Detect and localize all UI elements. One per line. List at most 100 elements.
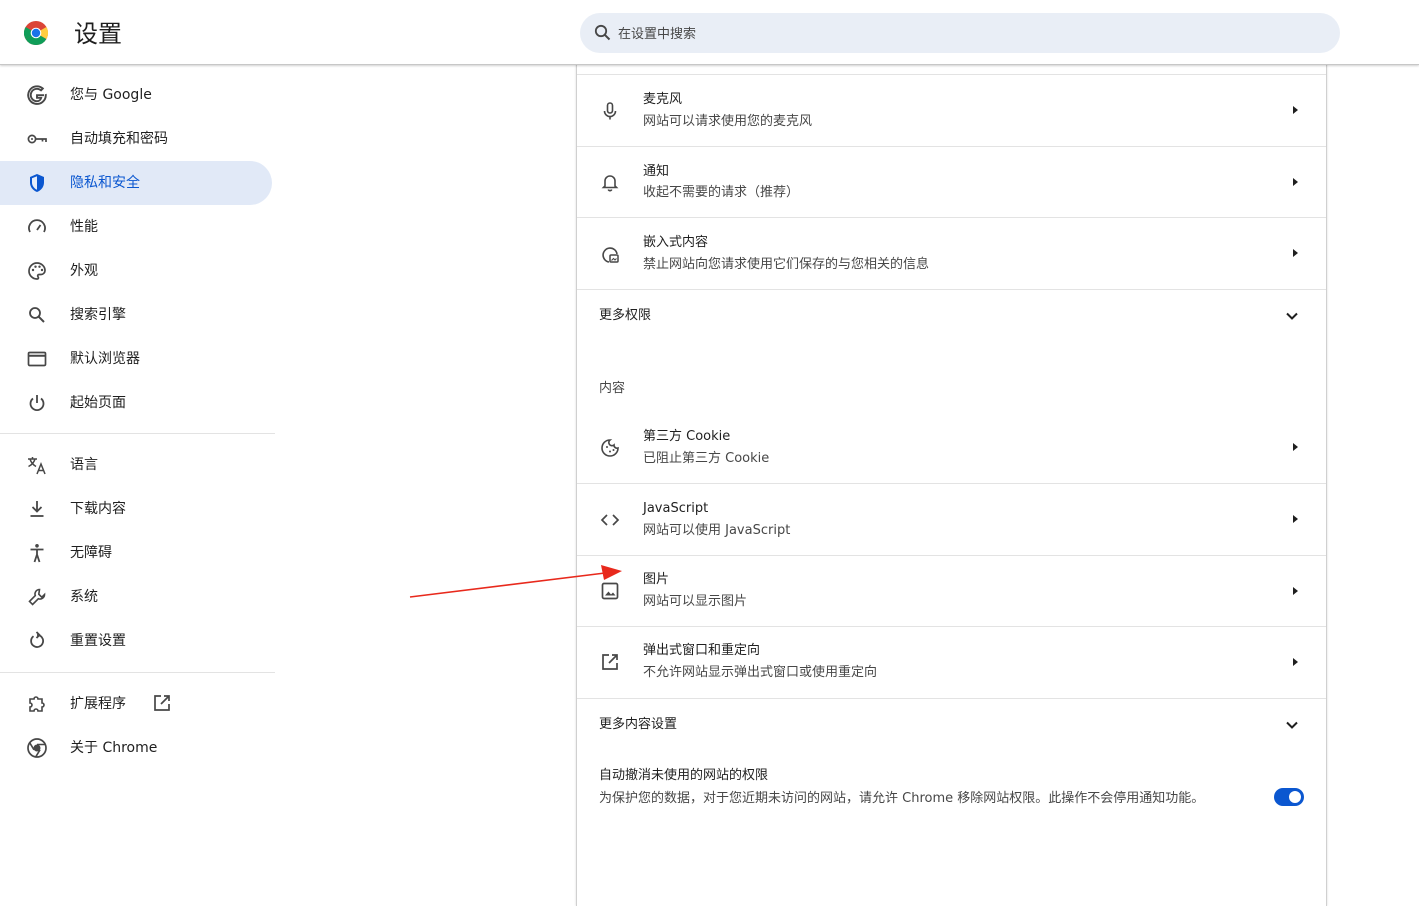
site-settings-card: 麦克风 网站可以请求使用您的麦克风 通知 收起不需要的请求（推荐） 嵌入式内容 … [576,64,1327,906]
sidebar-item-search-engine[interactable]: 搜索引擎 [0,293,272,337]
speedometer-icon [28,219,46,233]
row-title: 嵌入式内容 [643,235,709,250]
arrow-right-icon [1293,443,1298,451]
arrow-right-icon [1293,178,1298,186]
auto-revoke-description: 为保护您的数据，对于您近期未访问的网站，请允许 Chrome 移除网站权限。此操… [599,791,1205,806]
arrow-right-icon [1293,587,1298,595]
search-icon [29,307,45,323]
search-icon [594,24,611,41]
open-external-icon [602,654,618,670]
sidebar-item-label: 扩展程序 [70,696,126,712]
google-g-icon [27,85,47,105]
sidebar-item-extensions[interactable]: 扩展程序 [0,682,272,726]
sidebar-item-about-chrome[interactable]: 关于 Chrome [0,726,272,770]
page-title: 设置 [74,20,122,48]
popups-redirects-row[interactable]: 弹出式窗口和重定向 不允许网站显示弹出式窗口或使用重定向 [577,627,1326,698]
notifications-permission-row[interactable]: 通知 收起不需要的请求（推荐） [577,147,1326,217]
download-icon [30,501,44,517]
third-party-cookies-row[interactable]: 第三方 Cookie 已阻止第三方 Cookie [577,412,1326,483]
nav-divider [0,672,275,673]
sidebar-item-accessibility[interactable]: 无障碍 [0,531,272,575]
sidebar-item-label: 无障碍 [70,545,112,561]
row-subtitle: 网站可以使用 JavaScript [643,523,791,538]
row-title: 通知 [643,164,670,179]
bell-icon [601,175,619,192]
microphone-icon [603,102,617,120]
embedded-content-permission-row[interactable]: 嵌入式内容 禁止网站向您请求使用它们保存的与您相关的信息 [577,218,1326,289]
sidebar-item-reset[interactable]: 重置设置 [0,619,272,663]
sidebar-item-autofill[interactable]: 自动填充和密码 [0,117,272,161]
more-permissions-expander[interactable]: 更多权限 [577,290,1326,342]
settings-search-box[interactable] [580,13,1340,55]
sidebar-item-system[interactable]: 系统 [0,575,272,619]
sidebar-item-label: 重置设置 [70,633,126,649]
code-icon [600,514,620,526]
row-subtitle: 禁止网站向您请求使用它们保存的与您相关的信息 [643,257,930,272]
more-content-settings-label: 更多内容设置 [599,717,678,732]
row-subtitle: 收起不需要的请求（推荐） [643,185,800,200]
nav-divider [0,433,275,434]
search-input[interactable] [616,13,1320,55]
sidebar-item-downloads[interactable]: 下载内容 [0,487,272,531]
chevron-down-icon [1286,721,1298,729]
sidebar-item-label: 您与 Google [70,87,152,103]
more-content-settings-expander[interactable]: 更多内容设置 [577,699,1326,751]
translate-icon [28,457,46,475]
reset-icon [30,631,44,648]
arrow-right-icon [1293,249,1298,257]
sidebar-item-label: 语言 [70,457,98,473]
arrow-right-icon [1293,515,1298,523]
row-title: 图片 [643,572,670,587]
javascript-row[interactable]: JavaScript 网站可以使用 JavaScript [577,484,1326,555]
palette-icon [28,262,46,280]
arrow-right-icon [1293,658,1298,666]
toggle-knob [1289,791,1301,803]
microphone-permission-row[interactable]: 麦克风 网站可以请求使用您的麦克风 [577,75,1326,146]
sidebar-item-label: 外观 [70,263,98,279]
images-row[interactable]: 图片 网站可以显示图片 [577,556,1326,626]
sidebar-item-label: 搜索引擎 [70,307,126,323]
annotation-arrow [409,565,622,598]
sidebar-item-label: 系统 [70,589,98,605]
sidebar-item-on-startup[interactable]: 起始页面 [0,381,272,425]
row-title: JavaScript [643,501,709,516]
auto-revoke-title: 自动撤消未使用的网站的权限 [599,768,769,783]
more-permissions-label: 更多权限 [599,308,652,323]
sidebar-item-label: 性能 [70,219,98,235]
row-subtitle: 网站可以显示图片 [643,594,748,609]
sidebar-item-label: 隐私和安全 [70,175,140,191]
row-subtitle: 已阻止第三方 Cookie [643,451,770,466]
content-section-heading: 内容 [599,381,626,396]
accessibility-icon [30,544,44,563]
row-title: 第三方 Cookie [643,429,731,444]
power-icon [29,395,45,412]
sidebar-item-label: 默认浏览器 [70,351,140,367]
row-title: 麦克风 [643,92,683,107]
sidebar-item-performance[interactable]: 性能 [0,205,272,249]
top-bar: 设置 [0,0,1419,65]
puzzle-icon [29,696,45,712]
sidebar-item-privacy-security[interactable]: 隐私和安全 [0,161,272,205]
sidebar-item-label: 自动填充和密码 [70,131,168,147]
embedded-content-icon [602,247,619,263]
sidebar-item-appearance[interactable]: 外观 [0,249,272,293]
sidebar-item-languages[interactable]: 语言 [0,443,272,487]
sidebar-item-label: 关于 Chrome [70,740,158,756]
sidebar-item-default-browser[interactable]: 默认浏览器 [0,337,272,381]
row-title: 弹出式窗口和重定向 [643,643,761,658]
chevron-down-icon [1286,312,1298,320]
chrome-logo-icon [27,738,47,758]
key-icon [27,134,47,144]
cookie-icon [601,439,619,457]
sidebar-item-label: 起始页面 [70,395,126,411]
arrow-right-icon [1293,106,1298,114]
wrench-icon [28,588,46,606]
browser-window-icon [27,351,47,367]
open-in-new-icon [154,695,170,711]
sidebar-item-you-and-google[interactable]: 您与 Google [0,73,272,117]
row-subtitle: 网站可以请求使用您的麦克风 [643,114,813,129]
shield-icon [30,174,44,192]
auto-revoke-toggle[interactable] [1274,788,1304,806]
chrome-logo-icon [24,21,48,45]
sidebar-item-label: 下载内容 [70,501,126,517]
